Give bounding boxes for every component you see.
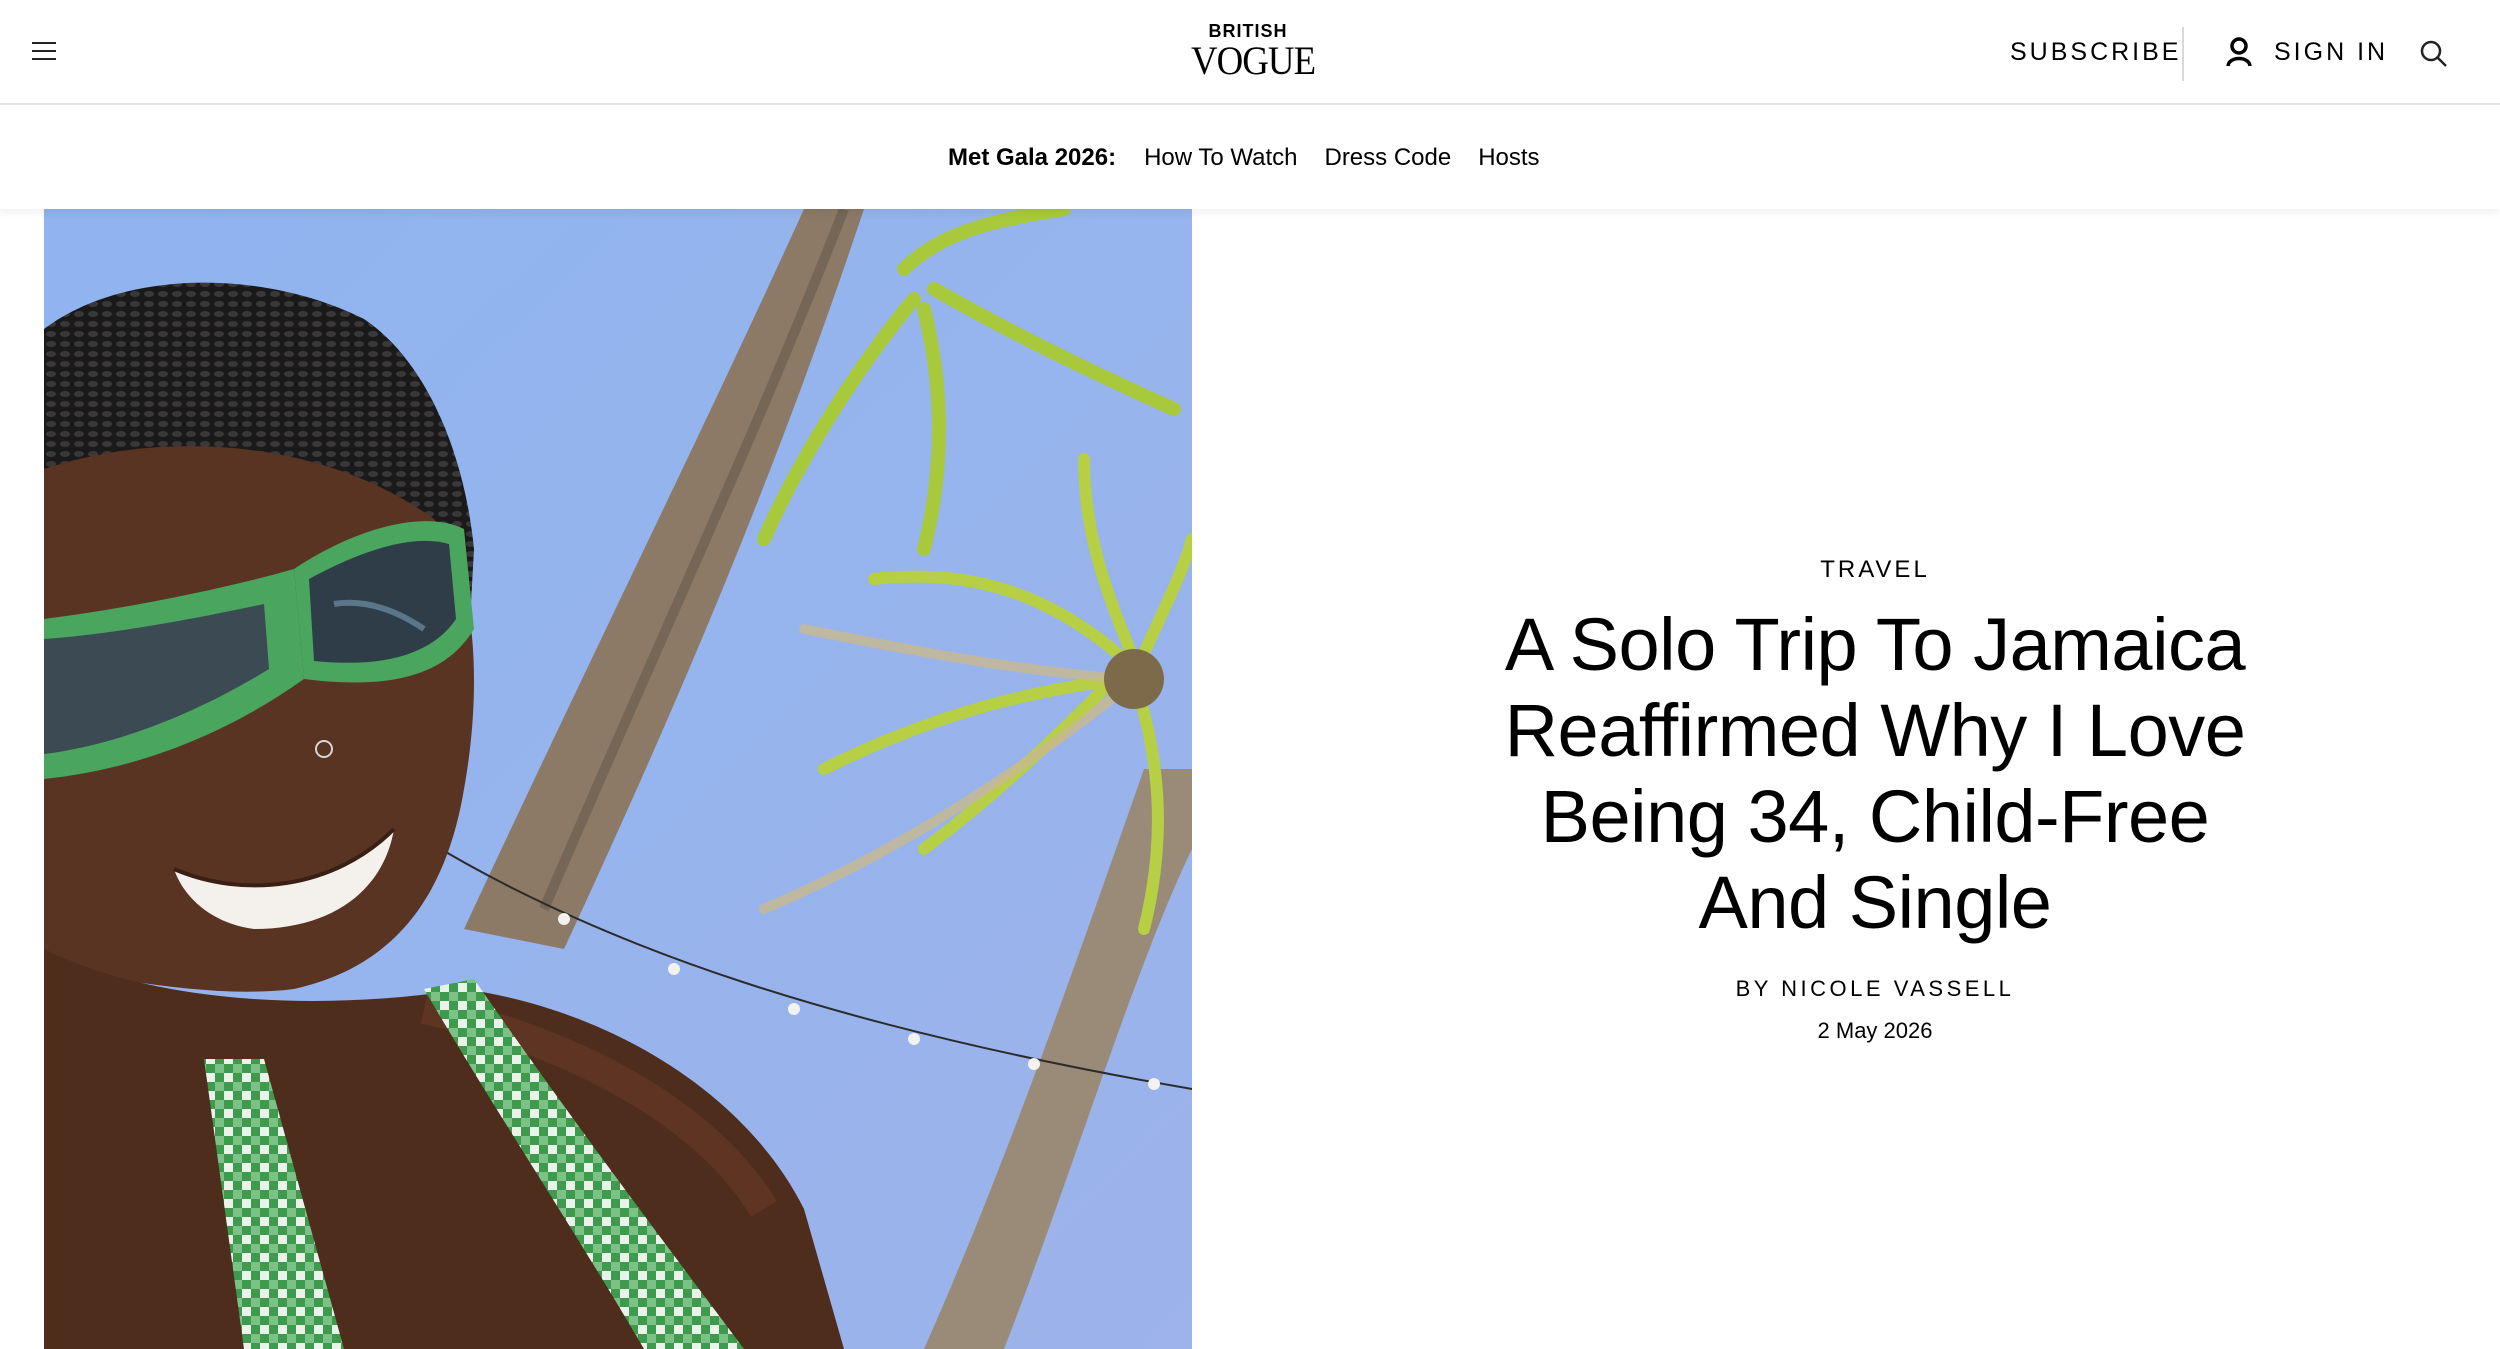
article-rubric-travel[interactable]: TRAVEL (1820, 548, 1930, 592)
subnav-items: Met Gala 2026: How To Watch Dress Code H… (948, 140, 1540, 176)
site-header: BRITISH VOGUE SUBSCRIBE SIGN IN (0, 0, 2500, 105)
headline-line: And Single (1698, 861, 2052, 944)
author-link[interactable]: NICOLE VASSELL (1781, 976, 2014, 1001)
user-icon (2226, 37, 2252, 67)
byline-prefix: BY (1735, 976, 1772, 1001)
sign-in-label: SIGN IN (2274, 37, 2389, 66)
sign-in-button[interactable]: SIGN IN (2224, 33, 2388, 71)
subnav-link-hosts[interactable]: Hosts (1478, 144, 1539, 172)
article-headline: A Solo Trip To Jamaica Reaffirmed Why I … (1350, 602, 2400, 946)
met-gala-subnav: Met Gala 2026: How To Watch Dress Code H… (0, 107, 2500, 209)
headline-line: A Solo Trip To Jamaica (1504, 603, 2246, 686)
headline-line: Reaffirmed Why I Love (1504, 689, 2246, 772)
vogue-logo[interactable]: BRITISH VOGUE (1186, 20, 1316, 83)
article-header: TRAVEL A Solo Trip To Jamaica Reaffirmed… (1350, 548, 2400, 1046)
logo-vogue-text: VOGUE (1190, 38, 1316, 83)
subnav-link-dress-code[interactable]: Dress Code (1324, 144, 1451, 172)
publish-date: 2 May 2026 (1817, 1018, 1933, 1043)
hero-image (44, 209, 1192, 1349)
hamburger-menu-icon[interactable] (28, 38, 62, 64)
search-icon[interactable] (2418, 38, 2450, 70)
subscribe-link[interactable]: SUBSCRIBE (2010, 36, 2181, 68)
subnav-link-how-to-watch[interactable]: How To Watch (1144, 144, 1297, 172)
subnav-label: Met Gala 2026: (948, 144, 1117, 171)
headline-line: Being 34, Child-Free (1540, 775, 2210, 858)
article-byline: BY NICOLE VASSELL (1350, 974, 2400, 1004)
header-divider (2182, 27, 2184, 81)
